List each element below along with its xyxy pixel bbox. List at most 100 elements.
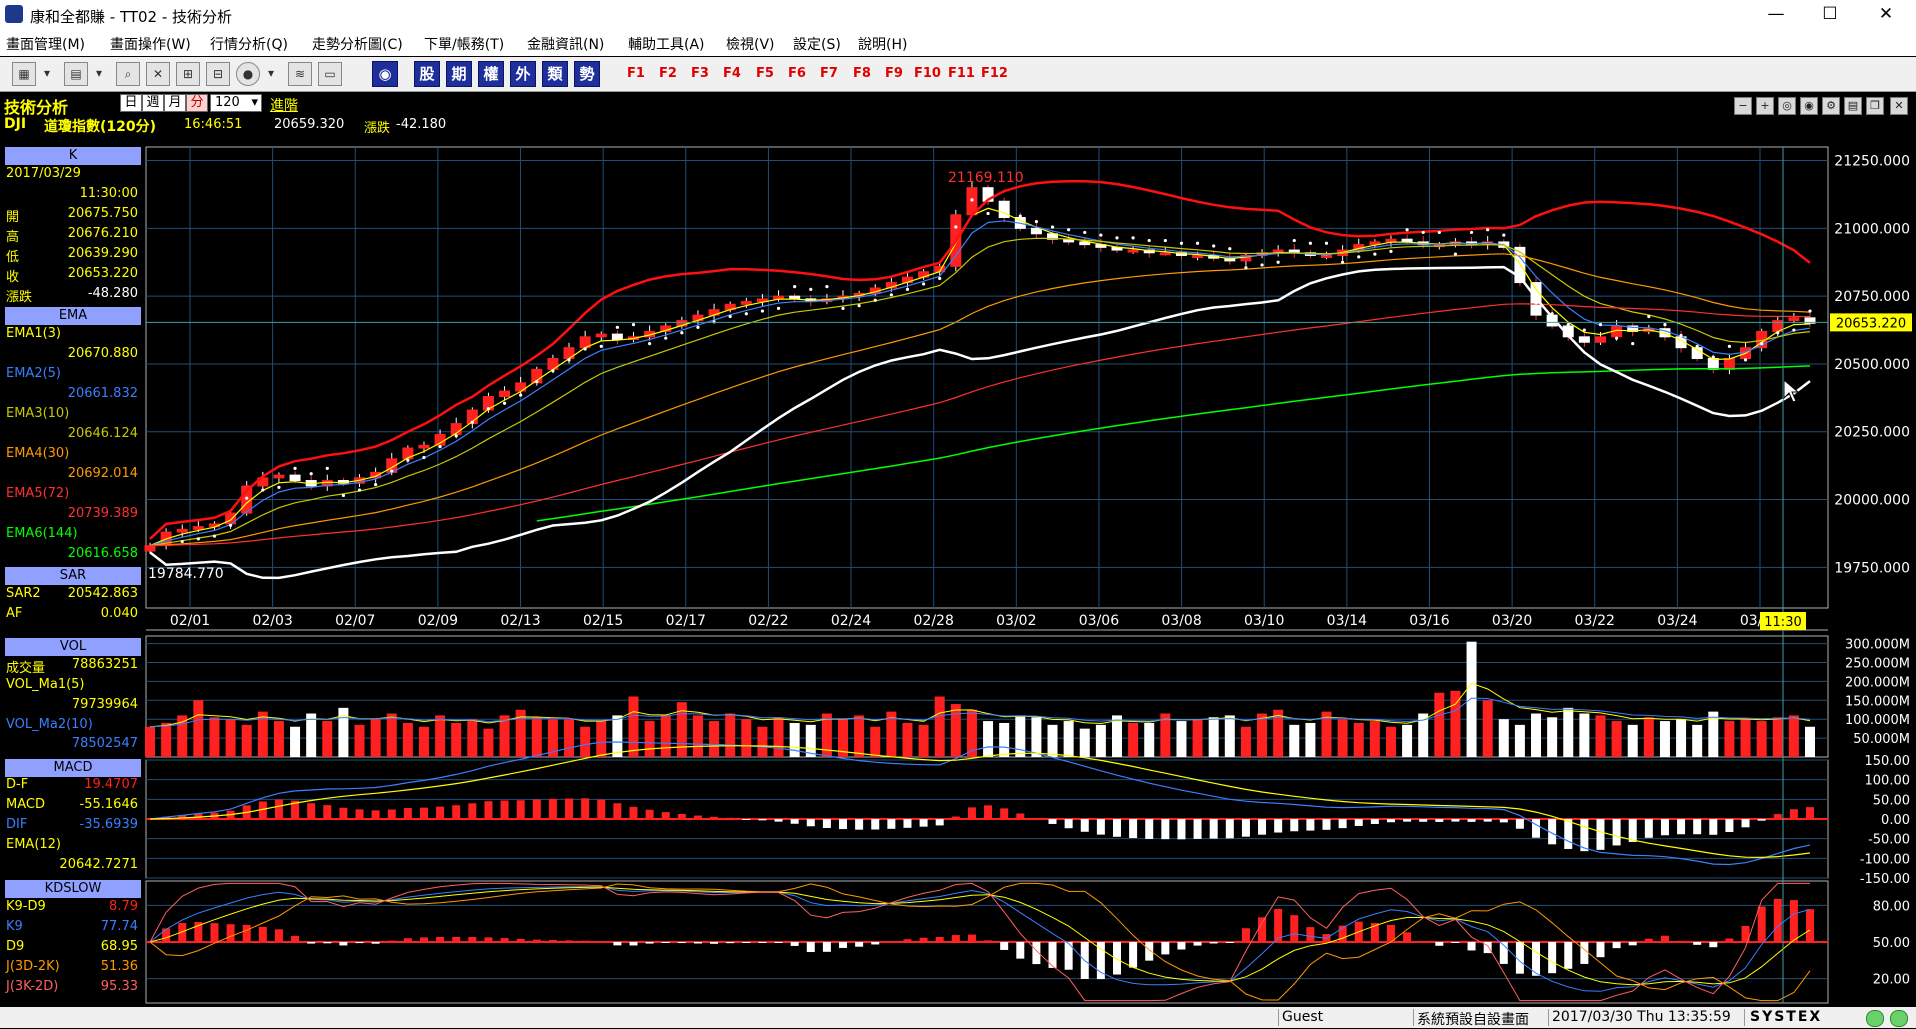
date-tick-label: 03/02 bbox=[996, 613, 1036, 629]
volume-bar bbox=[725, 713, 736, 757]
volume-bar bbox=[1353, 722, 1364, 757]
volume-bar bbox=[1579, 713, 1590, 757]
k9-line bbox=[149, 886, 1811, 992]
macd-histogram-bar bbox=[1757, 819, 1766, 821]
macd-histogram-bar bbox=[1145, 819, 1154, 839]
macd-histogram-bar bbox=[1532, 819, 1541, 838]
macd-histogram-bar bbox=[887, 819, 896, 829]
sar-dot bbox=[1341, 260, 1345, 264]
sar-dot bbox=[422, 455, 426, 460]
sar-dot bbox=[921, 282, 926, 286]
macd-histogram-bar bbox=[1499, 819, 1508, 823]
macd-histogram-bar bbox=[484, 801, 493, 819]
volume-bar bbox=[1031, 717, 1042, 757]
kd-diff-bar bbox=[1628, 942, 1637, 946]
volume-bar bbox=[950, 704, 961, 757]
sar-dot bbox=[1324, 241, 1329, 245]
macd-histogram-bar bbox=[597, 799, 606, 819]
macd-histogram-bar bbox=[1806, 807, 1814, 819]
volume-bar bbox=[531, 717, 542, 757]
macd-histogram-bar bbox=[726, 817, 735, 819]
date-tick-label: 02/17 bbox=[666, 613, 706, 629]
kd-diff-bar bbox=[806, 942, 815, 953]
volume-bar bbox=[435, 715, 446, 757]
kd-diff-bar bbox=[903, 939, 912, 942]
kd-tick-label: 50.00 bbox=[1873, 936, 1910, 951]
macd-histogram-bar bbox=[984, 805, 993, 819]
kd-diff-bar bbox=[1660, 935, 1669, 942]
kd-diff-bar bbox=[887, 941, 896, 943]
kd-diff-bar bbox=[371, 942, 380, 944]
macd-tick-label: 0.00 bbox=[1881, 813, 1910, 828]
volume-bar bbox=[483, 728, 494, 757]
sar-dot bbox=[1550, 312, 1554, 316]
volume-bar bbox=[1788, 715, 1799, 757]
sar-dot bbox=[696, 325, 700, 329]
macd-histogram-bar bbox=[274, 799, 283, 819]
volume-tick-label: 150.000M bbox=[1845, 694, 1910, 709]
technical-chart[interactable]: 02/01 02/03 02/07 02/09 02/13 02/15 02/17 02/22… bbox=[0, 0, 1916, 1007]
volume-bar bbox=[1643, 717, 1654, 757]
macd-tick-label: -100.00 bbox=[1860, 852, 1910, 867]
macd-histogram-bar bbox=[532, 799, 541, 819]
macd-histogram-bar bbox=[1789, 809, 1798, 819]
date-tick-label: 03/24 bbox=[1657, 613, 1697, 629]
macd-histogram-bar bbox=[1258, 819, 1267, 835]
volume-bar bbox=[1257, 713, 1268, 757]
sar-dot bbox=[841, 306, 845, 310]
volume-bar bbox=[1385, 726, 1396, 757]
sar-dot bbox=[1598, 323, 1603, 327]
macd-histogram-bar bbox=[1209, 819, 1218, 839]
kd-diff-bar bbox=[1709, 942, 1718, 948]
sar-dot bbox=[776, 306, 781, 310]
macd-tick-label: 100.00 bbox=[1865, 774, 1911, 789]
kd-diff-bar bbox=[307, 942, 316, 944]
kd-diff-bar bbox=[419, 937, 428, 942]
volume-bar bbox=[1095, 724, 1106, 757]
kd-diff-bar bbox=[774, 942, 783, 943]
sar-dot bbox=[664, 336, 668, 340]
volume-bar bbox=[660, 715, 671, 757]
macd-histogram-bar bbox=[339, 807, 348, 819]
volume-bar bbox=[1466, 641, 1477, 757]
macd-histogram-bar bbox=[419, 807, 428, 819]
kd-diff-bar bbox=[1241, 928, 1250, 942]
sar-dot bbox=[986, 211, 990, 216]
sar-dot bbox=[1711, 355, 1715, 359]
candle-body bbox=[1578, 336, 1590, 343]
sar-dot bbox=[1195, 241, 1200, 245]
date-tick-label: 02/28 bbox=[914, 613, 954, 629]
sar-dot bbox=[905, 287, 910, 291]
sar-dot bbox=[196, 537, 200, 541]
kd-diff-bar bbox=[323, 942, 332, 944]
macd-histogram-bar bbox=[1129, 819, 1138, 839]
candle-body bbox=[1321, 254, 1333, 258]
sar-dot bbox=[1212, 244, 1216, 248]
candle-body bbox=[1723, 358, 1735, 370]
sar-dot bbox=[1050, 225, 1055, 229]
macd-histogram-bar bbox=[1096, 819, 1105, 835]
volume-bar bbox=[870, 726, 881, 757]
kd-diff-bar bbox=[565, 940, 574, 942]
sar-dot bbox=[245, 496, 249, 500]
kd-diff-bar bbox=[1806, 909, 1814, 942]
kd-diff-bar bbox=[226, 924, 235, 942]
volume-bar bbox=[1692, 724, 1703, 757]
kd-diff-bar bbox=[1612, 942, 1621, 949]
volume-bar bbox=[290, 726, 301, 757]
sar-dot bbox=[1776, 331, 1780, 335]
volume-bar bbox=[1740, 719, 1751, 757]
sar-dot bbox=[583, 347, 587, 351]
date-tick-label: 03/14 bbox=[1327, 613, 1367, 629]
date-tick-label: 02/07 bbox=[335, 613, 375, 629]
macd-histogram-bar bbox=[1322, 819, 1331, 830]
volume-bar bbox=[1805, 726, 1815, 757]
sar-dot bbox=[1308, 241, 1312, 245]
macd-histogram-bar bbox=[1080, 819, 1089, 832]
kd-diff-bar bbox=[1016, 942, 1025, 959]
macd-histogram-bar bbox=[1338, 819, 1347, 829]
volume-bar bbox=[1611, 721, 1622, 757]
kd-diff-bar bbox=[403, 938, 412, 942]
macd-signal-line bbox=[149, 745, 1811, 859]
macd-histogram-bar bbox=[1419, 819, 1428, 822]
